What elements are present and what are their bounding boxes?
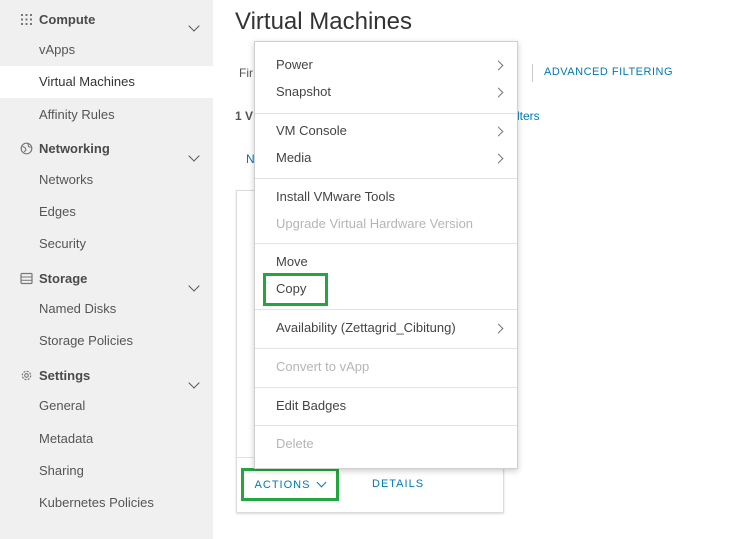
chevron-down-icon[interactable] xyxy=(188,377,200,389)
sidebar-item-named-disks[interactable]: Named Disks xyxy=(0,293,213,325)
menu-divider xyxy=(255,113,517,114)
menu-divider xyxy=(255,387,517,388)
menu-item-power[interactable]: Power xyxy=(276,56,313,74)
actions-button[interactable]: ACTIONS xyxy=(241,468,339,501)
sidebar-item-edges[interactable]: Edges xyxy=(0,196,213,228)
details-button[interactable]: DETAILS xyxy=(372,478,424,490)
grid-icon xyxy=(21,13,32,25)
menu-item-edit-badges[interactable]: Edit Badges xyxy=(276,397,346,415)
sidebar: Compute vApps Virtual Machines Affinity … xyxy=(0,0,213,539)
sidebar-item-sharing[interactable]: Sharing xyxy=(0,455,213,487)
section-storage[interactable]: Storage xyxy=(20,268,87,288)
advanced-filtering-link[interactable]: ADVANCED FILTERING xyxy=(544,66,673,78)
section-networking[interactable]: Networking xyxy=(20,138,110,158)
sidebar-item-affinity-rules[interactable]: Affinity Rules xyxy=(0,99,213,131)
sidebar-item-virtual-machines[interactable]: Virtual Machines xyxy=(0,66,213,98)
menu-item-upgrade-virtual-hardware: Upgrade Virtual Hardware Version xyxy=(276,216,474,231)
menu-divider xyxy=(255,309,517,310)
section-title-networking: Networking xyxy=(39,140,110,156)
sidebar-item-security[interactable]: Security xyxy=(0,228,213,260)
sidebar-item-general[interactable]: General xyxy=(0,390,213,422)
menu-divider xyxy=(255,348,517,349)
section-title-compute: Compute xyxy=(39,11,96,27)
menu-divider xyxy=(255,178,517,179)
menu-item-snapshot[interactable]: Snapshot xyxy=(276,83,331,101)
chevron-down-icon xyxy=(317,477,327,488)
storage-icon xyxy=(20,272,33,284)
section-compute[interactable]: Compute xyxy=(20,9,95,29)
filters-link[interactable]: lters xyxy=(517,109,540,123)
chevron-right-icon xyxy=(493,323,504,334)
section-title-storage: Storage xyxy=(39,270,88,286)
chevron-right-icon xyxy=(493,60,504,71)
sidebar-item-kubernetes-policies[interactable]: Kubernetes Policies xyxy=(0,487,213,519)
filter-input[interactable]: Fir xyxy=(239,66,253,80)
chevron-down-icon[interactable] xyxy=(188,20,200,32)
menu-item-media[interactable]: Media xyxy=(276,149,311,167)
chevron-right-icon xyxy=(493,153,504,164)
chevron-down-icon[interactable] xyxy=(188,150,200,162)
divider xyxy=(532,64,533,82)
menu-item-vm-console[interactable]: VM Console xyxy=(276,122,347,140)
chevron-right-icon xyxy=(493,126,504,137)
menu-item-move[interactable]: Move xyxy=(276,253,308,271)
section-title-settings: Settings xyxy=(39,367,91,383)
copy-highlight xyxy=(263,273,328,306)
sidebar-item-storage-policies[interactable]: Storage Policies xyxy=(0,325,213,357)
results-count: 1 V xyxy=(235,109,254,123)
sidebar-item-networks[interactable]: Networks xyxy=(0,164,213,196)
sidebar-item-vapps[interactable]: vApps xyxy=(0,34,213,66)
chevron-right-icon xyxy=(493,87,504,98)
menu-divider xyxy=(255,243,517,244)
menu-divider xyxy=(255,425,517,426)
sidebar-item-metadata[interactable]: Metadata xyxy=(0,423,213,455)
chevron-down-icon[interactable] xyxy=(188,280,200,292)
menu-item-delete: Delete xyxy=(276,436,314,451)
menu-item-install-vmware-tools[interactable]: Install VMware Tools xyxy=(276,188,395,206)
menu-item-availability[interactable]: Availability (Zettagrid_Cibitung) xyxy=(276,319,456,337)
page-title: Virtual Machines xyxy=(235,8,412,35)
actions-label: ACTIONS xyxy=(254,478,311,491)
network-icon xyxy=(20,142,33,154)
gear-icon xyxy=(21,370,32,380)
menu-item-convert-to-vapp: Convert to vApp xyxy=(276,359,370,374)
actions-menu: Power Snapshot VM Console Media Install … xyxy=(254,41,518,469)
section-settings[interactable]: Settings xyxy=(20,365,90,385)
